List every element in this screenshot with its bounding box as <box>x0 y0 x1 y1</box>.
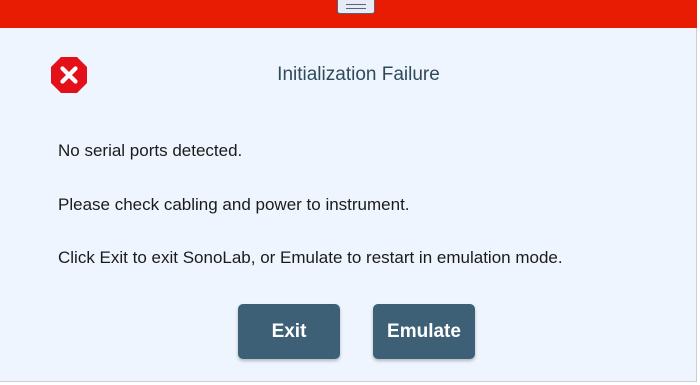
exit-button[interactable]: Exit <box>238 304 340 359</box>
initialization-failure-dialog: Initialization Failure No serial ports d… <box>0 0 697 382</box>
message-exit-or-emulate: Click Exit to exit SonoLab, or Emulate t… <box>58 248 563 267</box>
dialog-title: Initialization Failure <box>277 64 440 85</box>
message-no-ports: No serial ports detected. <box>58 141 243 160</box>
message-check-cabling: Please check cabling and power to instru… <box>58 195 410 214</box>
title-bar[interactable] <box>0 0 697 28</box>
emulate-button[interactable]: Emulate <box>373 304 475 359</box>
drag-grip-icon[interactable] <box>337 0 375 14</box>
